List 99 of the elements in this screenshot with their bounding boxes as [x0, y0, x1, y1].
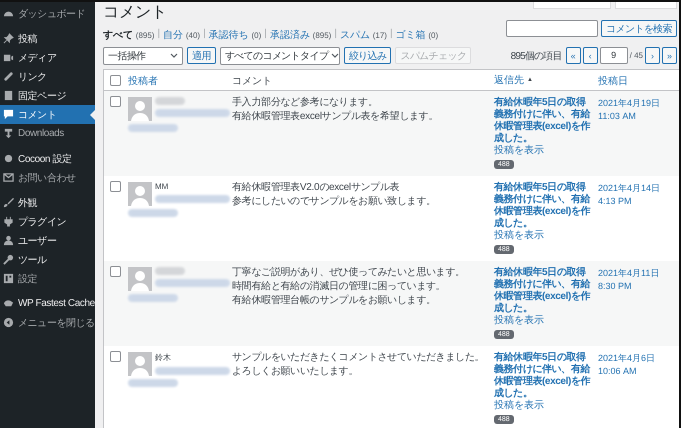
brush-icon: [3, 197, 14, 208]
blurred-text: [128, 124, 178, 132]
post-title-link[interactable]: 有給休暇年5日の取得義務付けに伴い、有給休暇管理表(excel)を作成した。: [494, 97, 594, 145]
comment-date-link[interactable]: 2021年4月11日 8:30 PM: [598, 267, 679, 293]
select-all-checkbox[interactable]: [110, 74, 120, 86]
filter-link[interactable]: 承認待ち (0): [208, 28, 262, 42]
comment-column-header: コメント: [232, 76, 272, 87]
comment-text: よろしくお願いいたします。: [232, 366, 360, 378]
sidebar-item[interactable]: 設定: [0, 269, 95, 288]
avatar-silhouette-icon: [128, 267, 152, 291]
author-name: 鈴木: [155, 352, 172, 363]
comment-type-dropdown[interactable]: すべてのコメントタイプ: [220, 46, 340, 64]
comment-date-link[interactable]: 2021年4月6日 10:06 AM: [598, 352, 679, 378]
blurred-text: [128, 209, 178, 217]
comment-text: サンプルをいただきたくコメントさせていただきました。: [232, 352, 486, 364]
camera-icon: [3, 52, 14, 63]
avatar-silhouette-icon: [128, 352, 152, 376]
sidebar-item[interactable]: ユーザー: [0, 231, 95, 250]
blurred-text: [128, 379, 178, 387]
avatar-silhouette-icon: [128, 182, 152, 206]
previous-page-button[interactable]: ‹: [582, 47, 598, 64]
collapse-icon: [3, 317, 14, 328]
search-field[interactable]: [506, 20, 598, 37]
download-icon: [3, 128, 14, 139]
blurred-text: [128, 294, 178, 302]
page-number-field[interactable]: 9: [600, 47, 628, 64]
row-checkbox[interactable]: [110, 266, 120, 277]
view-post-link[interactable]: 投稿を表示: [494, 400, 544, 412]
first-page-button[interactable]: «: [566, 47, 581, 64]
comment-date-link[interactable]: 2021年4月14日 4:13 PM: [598, 182, 679, 208]
sidebar-item[interactable]: WP Fastest Cache: [0, 294, 95, 313]
items-count: 895個の項目: [510, 50, 562, 62]
comment-text: 時間有給と有給の消滅日の管理に困っています。: [232, 281, 446, 293]
search-button[interactable]: コメントを検索: [601, 20, 677, 37]
row-checkbox[interactable]: [110, 181, 120, 192]
filter-link[interactable]: スパム (17): [340, 28, 387, 42]
last-page-button[interactable]: »: [662, 47, 677, 64]
sidebar-item[interactable]: お問い合わせ: [0, 168, 95, 187]
sidebar-item[interactable]: リンク: [0, 67, 95, 86]
post-title-link[interactable]: 有給休暇年5日の取得義務付けに伴い、有給休暇管理表(excel)を作成した。: [494, 267, 594, 315]
sidebar-item[interactable]: コメント: [0, 105, 95, 124]
sidebar-item[interactable]: プラグイン: [0, 212, 95, 231]
circle-icon: [3, 153, 14, 164]
sidebar-item[interactable]: Downloads: [0, 124, 95, 143]
comment-text: 有給休暇管理台帳のサンプルをお願いします。: [232, 295, 437, 307]
sidebar-item[interactable]: メディア: [0, 48, 95, 67]
filter-link[interactable]: 承認済み (895): [270, 28, 332, 42]
person-icon: [3, 235, 14, 246]
comment-text: 有給休暇管理表V2.0のexcelサンプル表: [232, 182, 400, 194]
filter-link[interactable]: すべて (895): [103, 28, 154, 42]
row-checkbox[interactable]: [110, 96, 120, 107]
caret-icon: [170, 53, 178, 58]
separator: |: [334, 28, 337, 41]
avatar-silhouette-icon: [128, 97, 152, 121]
filter-link[interactable]: ゴミ箱 (0): [396, 28, 438, 42]
comment-text: 有給休暇管理表excelサンプル表を希望します。: [232, 111, 440, 123]
page-title: コメント: [103, 3, 168, 23]
comment-text: 丁寧なご説明があり、ぜひ使ってみたいと思います。: [232, 267, 466, 279]
separator: |: [264, 28, 267, 41]
pin-icon: [3, 33, 14, 44]
grid-icon: [3, 273, 14, 284]
blurred-text: [155, 267, 185, 275]
wrench-icon: [3, 254, 14, 265]
sidebar-item[interactable]: 固定ページ: [0, 86, 95, 105]
sidebar-item[interactable]: ツール: [0, 250, 95, 269]
view-post-link[interactable]: 投稿を表示: [494, 315, 544, 327]
filter-button[interactable]: 絞り込み: [344, 47, 392, 64]
comment-text: 参考にしたいのでサンプルをお願い致します。: [232, 196, 437, 208]
row-checkbox[interactable]: [110, 351, 120, 362]
post-title-link[interactable]: 有給休暇年5日の取得義務付けに伴い、有給休暇管理表(excel)を作成した。: [494, 352, 594, 400]
separator: |: [390, 28, 393, 41]
caret-icon: [331, 53, 340, 58]
response-column-header[interactable]: 返信先: [494, 73, 524, 87]
sidebar-item[interactable]: 投稿: [0, 29, 95, 48]
envelope-icon: [3, 172, 14, 183]
page-icon: [3, 90, 14, 101]
blurred-text: [155, 97, 185, 105]
speech-bubble-icon: [3, 109, 14, 120]
sidebar-item[interactable]: Cocoon 設定: [0, 149, 95, 168]
sidebar-item[interactable]: ダッシュボード: [0, 4, 95, 23]
post-title-link[interactable]: 有給休暇年5日の取得義務付けに伴い、有給休暇管理表(excel)を作成した。: [494, 182, 594, 230]
next-page-button[interactable]: ›: [645, 47, 660, 64]
comment-text: 手入力部分など参考になります。: [232, 97, 379, 109]
date-column-header[interactable]: 投稿日: [598, 76, 628, 87]
current-item-pointer: [90, 110, 95, 120]
sidebar-item[interactable]: 外観: [0, 193, 95, 212]
view-post-link[interactable]: 投稿を表示: [494, 145, 544, 157]
author-name: MM: [155, 182, 170, 191]
separator: |: [203, 28, 206, 41]
view-post-link[interactable]: 投稿を表示: [494, 230, 544, 242]
separator: |: [157, 28, 160, 41]
apply-button[interactable]: 適用: [187, 47, 216, 64]
author-column-header[interactable]: 投稿者: [128, 76, 158, 87]
sidebar-item[interactable]: メニューを閉じる: [0, 313, 95, 332]
comment-date-link[interactable]: 2021年4月19日 11:03 AM: [598, 97, 679, 123]
plug-icon: [3, 216, 14, 227]
filter-link[interactable]: 自分 (40): [163, 28, 200, 42]
bulk-action-dropdown[interactable]: 一括操作: [103, 46, 183, 64]
total-pages: / 45: [630, 51, 643, 60]
